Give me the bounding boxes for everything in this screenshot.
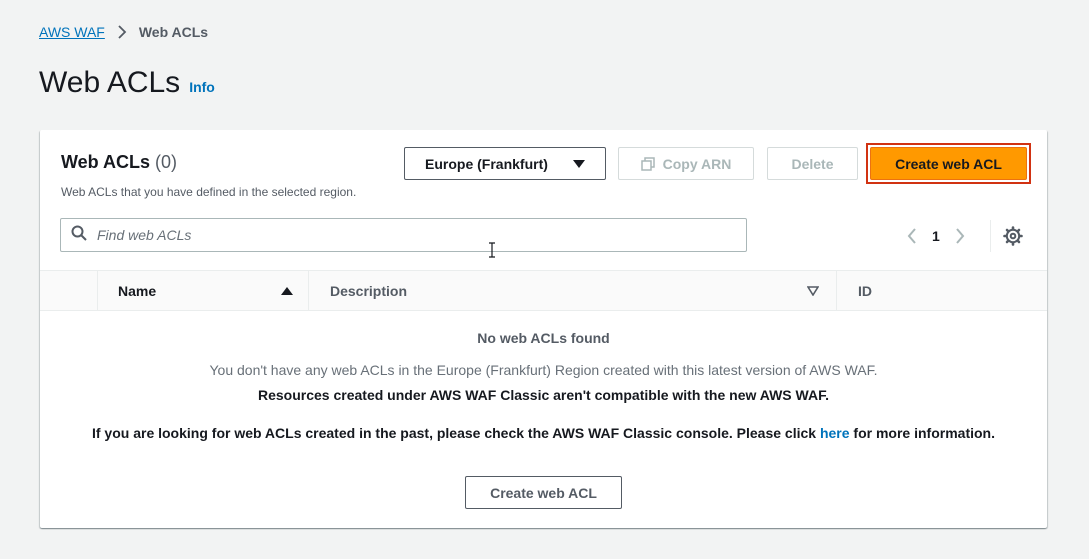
column-label-description: Description [330,282,408,299]
page-header: Web ACLs Info [39,66,215,100]
page-title: Web ACLs [39,66,181,99]
classic-note-text-end: for more information. [849,425,995,441]
panel-count: (0) [155,152,178,172]
web-acls-panel: Web ACLs (0) Web ACLs that you have defi… [40,130,1047,528]
search-field[interactable] [60,218,747,252]
pager-divider [990,220,991,252]
copy-icon [640,156,655,171]
column-header-name[interactable]: Name [97,271,307,310]
classic-console-here-link[interactable]: here [820,425,850,441]
delete-button[interactable]: Delete [767,147,858,180]
column-header-id[interactable]: ID [836,271,1046,310]
caret-down-icon [573,156,585,172]
info-link[interactable]: Info [189,79,215,95]
breadcrumb-aws-waf-link[interactable]: AWS WAF [39,24,105,40]
column-label-id: ID [858,282,872,299]
region-select[interactable]: Europe (Frankfurt) [404,147,606,180]
empty-state-compat-note: Resources created under AWS WAF Classic … [258,387,829,403]
panel-title: Web ACLs (0) [61,152,177,173]
classic-note-text: If you are looking for web ACLs created … [91,425,820,441]
column-header-description[interactable]: Description [308,271,833,310]
empty-state-title: No web ACLs found [477,330,610,346]
empty-state-classic-note: If you are looking for web ACLs created … [84,423,1004,444]
table-header: Name Description ID [40,270,1047,311]
panel-description: Web ACLs that you have defined in the se… [61,185,357,199]
panel-title-text: Web ACLs [61,152,151,172]
breadcrumb: AWS WAF Web ACLs [39,24,208,40]
pagination: 1 [900,224,972,248]
empty-state: No web ACLs found You don't have any web… [40,330,1047,444]
sort-descending-icon [806,283,820,299]
column-label-name: Name [118,282,157,299]
previous-page-icon[interactable] [900,228,924,244]
search-input[interactable] [95,226,699,244]
region-select-value: Europe (Frankfurt) [425,155,548,172]
empty-state-create-button[interactable]: Create web ACL [465,476,622,509]
empty-state-message: You don't have any web ACLs in the Europ… [209,362,878,378]
breadcrumb-current: Web ACLs [138,24,209,40]
copy-arn-button[interactable]: Copy ARN [618,147,754,180]
sort-ascending-icon [281,283,293,299]
copy-arn-label: Copy ARN [662,155,732,172]
search-icon [71,225,87,246]
next-page-icon[interactable] [948,228,972,244]
create-web-acl-button[interactable]: Create web ACL [870,147,1027,180]
chevron-right-icon [117,25,127,39]
gear-icon[interactable] [1003,226,1023,246]
text-cursor-icon [487,242,497,263]
page-number[interactable]: 1 [932,228,940,244]
